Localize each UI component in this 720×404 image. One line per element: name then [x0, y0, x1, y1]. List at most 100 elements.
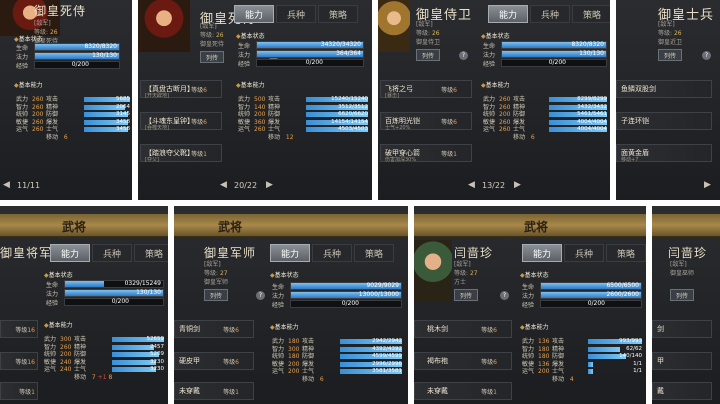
rank-info: [敌军] 等级: 27 方士	[454, 261, 478, 286]
tab-strategy[interactable]: 策略	[572, 5, 610, 23]
equip-slot-accessory[interactable]: 未穿戴 等级1	[174, 382, 254, 400]
equip-slot-accessory[interactable]: 戴	[652, 382, 712, 400]
next-arrow-icon[interactable]: ▶	[514, 180, 521, 190]
general-name: 御皇军师	[204, 246, 257, 260]
burst-bar: 2996/2996	[340, 361, 402, 367]
panel-4: 御皇士兵 [敌军] 等级: 26 御皇近卫 列传 ? 鱼鳞双股剑 子连环铠 面黄…	[616, 0, 720, 200]
prev-arrow-icon[interactable]: ◀	[3, 180, 10, 190]
equip-slot-armor[interactable]: 【斗魂东皇钟】 等级6 [吞噬天地]	[140, 112, 222, 131]
list-button[interactable]: 列传	[454, 289, 478, 301]
equip-slot-accessory[interactable]: 等级1	[0, 382, 38, 400]
rank-info: [敌军] 等级: 26 御皇近卫	[658, 21, 683, 46]
section-basic-ability: 基本能力	[270, 322, 299, 331]
spirit-bar: 62/62	[588, 346, 642, 352]
equip-slot-armor[interactable]: 甲	[652, 352, 712, 370]
tab-troop[interactable]: 兵种	[530, 5, 570, 23]
tab-strategy[interactable]: 策略	[318, 5, 358, 23]
equip-slot-weapon[interactable]: 【真盘古断月】 等级6 [开天辟地]	[140, 80, 222, 99]
attack-bar: 15240/15240	[306, 96, 368, 102]
attack-bar: 8299/8299	[549, 96, 607, 102]
header-title: 武将	[218, 220, 243, 234]
tab-strategy[interactable]: 策略	[134, 244, 168, 262]
spirit-bar: 2064	[84, 104, 130, 110]
header-title: 武将	[524, 220, 549, 234]
hp-row: 生命 9029/9029	[272, 282, 402, 291]
tab-bar: 能力 兵种 策略	[50, 244, 168, 262]
tab-strategy[interactable]: 策略	[606, 244, 646, 262]
equip-slot-accessory[interactable]: 面黄金盾 移动+7	[616, 144, 712, 163]
equip-slot-weapon[interactable]: 鱼鳞双股剑	[616, 80, 712, 98]
defense-bar: 4599/4599	[340, 353, 402, 359]
tab-bar: 能力 兵种 策略	[234, 5, 360, 23]
list-button[interactable]: 列传	[204, 289, 228, 301]
equip-slot-weapon[interactable]: 飞将之弓 等级6 [暴击]	[380, 80, 472, 99]
tab-bar: 能力 兵种 策略	[522, 244, 646, 262]
help-icon[interactable]: ?	[702, 51, 711, 60]
morale-bar: 3230	[112, 366, 164, 372]
tab-ability[interactable]: 能力	[50, 244, 90, 262]
section-basic-ability: 基本能力	[236, 80, 265, 89]
section-basic-ability: 基本能力	[14, 80, 43, 89]
list-button[interactable]: 列传	[200, 51, 224, 63]
morale-bar: 4503/4503	[306, 126, 368, 132]
tab-troop[interactable]: 兵种	[564, 244, 604, 262]
burst-bar: 1/1	[588, 361, 642, 367]
prev-arrow-icon[interactable]: ◀	[220, 180, 227, 190]
attack-bar: 52659	[112, 336, 164, 342]
tab-ability[interactable]: 能力	[234, 5, 274, 23]
equip-slot-armor[interactable]: 褐布袍 等级6	[414, 352, 512, 370]
panel-1: 御皇死侍 [敌军] 等级: 26 御皇死侍 基本状态 生命 8320/8320 …	[0, 0, 132, 200]
ability-list: 武力 260 攻击 智力 260 精神 统帅 200 防御 敏捷 260 爆发 运气 260 士气 …	[483, 96, 535, 141]
help-icon[interactable]: ?	[500, 291, 509, 300]
spirit-bar: 4392/4392	[340, 346, 402, 352]
defense-bar: 6620/6620	[306, 111, 368, 117]
tab-ability[interactable]: 能力	[270, 244, 310, 262]
equip-slot-weapon[interactable]: 青铜剑 等级6	[174, 320, 254, 338]
equip-slot-armor[interactable]: 子连环铠	[616, 112, 712, 130]
equip-slot-armor[interactable]: 百炼明光铠 等级6 士气+20%	[380, 112, 472, 131]
equip-slot-accessory[interactable]: 破甲穿心箭 等级1 伤害加深30%	[380, 144, 472, 163]
equip-slot-weapon[interactable]: 剑	[652, 320, 712, 338]
defense-bar: 3145	[84, 111, 130, 117]
burst-bar: 4004/4004	[549, 119, 607, 125]
tab-ability[interactable]: 能力	[488, 5, 528, 23]
section-basic-ability: 基本能力	[520, 322, 549, 331]
tab-troop[interactable]: 兵种	[312, 244, 352, 262]
page-indicator: 13/22	[482, 181, 506, 190]
header-band	[652, 214, 720, 237]
tab-bar: 能力 兵种 策略	[270, 244, 396, 262]
tab-bar: 能力 兵种 策略	[488, 5, 610, 23]
tab-ability[interactable]: 能力	[522, 244, 562, 262]
equip-slot-armor[interactable]: 等级16	[0, 352, 38, 370]
equip-slot-accessory[interactable]: 【踏浪夺父靴】 等级1 [夺父]	[140, 144, 222, 163]
morale-bar: 3458	[84, 126, 130, 132]
general-name: 闫啬珍	[668, 246, 708, 260]
prev-arrow-icon[interactable]: ◀	[468, 180, 475, 190]
help-icon[interactable]: ?	[256, 291, 265, 300]
spirit-bar: 3432/3432	[549, 104, 607, 110]
list-button[interactable]: 列传	[670, 289, 694, 301]
rank-info: [敌军] 等级: 26 御皇死侍	[200, 23, 225, 48]
tab-troop[interactable]: 兵种	[92, 244, 132, 262]
equip-slot-accessory[interactable]: 未穿戴 等级1	[414, 382, 512, 400]
next-arrow-icon[interactable]: ▶	[704, 180, 711, 190]
attack-bar: 993/993	[588, 338, 642, 344]
equip-slot-armor[interactable]: 硬皮甲 等级6	[174, 352, 254, 370]
exp-row: 经验 0/200	[522, 300, 642, 309]
equip-slot-weapon[interactable]: 等级16	[0, 320, 38, 338]
panel-8: 闫啬珍 [敌军] 御皇巫师 列传 剑 甲 戴	[652, 206, 720, 404]
ability-list: 武力 136 攻击 智力 180 精神 统帅 180 防御 敏捷 136 爆发 运气 200 士气 …	[522, 338, 574, 383]
list-button[interactable]: 列传	[416, 49, 440, 61]
mp-row: 法力 13000/13000	[272, 291, 402, 300]
header-title: 武将	[62, 220, 87, 234]
section-basic-state: 基本状态	[44, 270, 73, 279]
list-button[interactable]: 列传	[658, 49, 682, 61]
tab-troop[interactable]: 兵种	[276, 5, 316, 23]
tab-strategy[interactable]: 策略	[354, 244, 394, 262]
equip-slot-weapon[interactable]: 桃木剑 等级6	[414, 320, 512, 338]
mp-row: 法力 130/130	[46, 289, 164, 298]
next-arrow-icon[interactable]: ▶	[266, 180, 273, 190]
help-icon[interactable]: ?	[459, 51, 468, 60]
attack-bar: 5685	[84, 96, 130, 102]
ability-list: 武力 180 攻击 智力 300 精神 统帅 180 防御 敏捷 200 爆发 运气 200 士气 …	[272, 338, 324, 383]
